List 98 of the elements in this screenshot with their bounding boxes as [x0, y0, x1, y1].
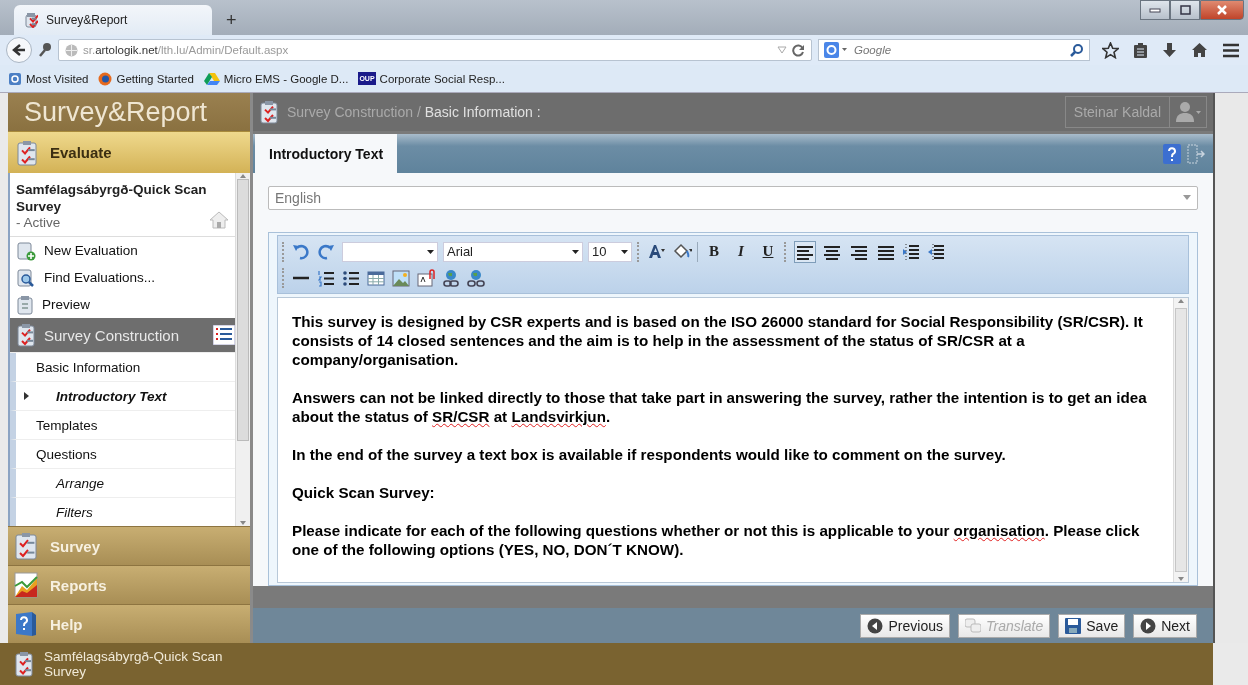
search-field[interactable]: Google: [852, 43, 1066, 57]
download-icon[interactable]: [1162, 41, 1177, 59]
format-button[interactable]: I: [730, 240, 752, 263]
dropdown-icon: [572, 249, 579, 254]
dropdown[interactable]: Arial: [443, 241, 583, 262]
scrollbar[interactable]: [1173, 297, 1188, 582]
numbered-list-icon[interactable]: [317, 268, 337, 287]
scroll-down-icon[interactable]: [1177, 576, 1185, 582]
redo-icon[interactable]: [317, 242, 337, 261]
action-button[interactable]: Previous: [860, 613, 950, 638]
back-arrow-icon: [12, 43, 26, 57]
globe-broken-link-icon[interactable]: [467, 268, 487, 287]
align-right-icon: [850, 243, 868, 260]
paragraph: This survey is designed by CSR experts and is based on the ISO 26000 standard for Social Responsibility (SR/CSR). It consists of 14 closed sentences and the aim is to help in the assessment of the status of SR/CSR at a company/organisation.: [292, 311, 1144, 369]
tab[interactable]: Introductory Text: [255, 134, 398, 173]
search-icon: [1070, 43, 1084, 57]
menu-icon[interactable]: [1222, 42, 1240, 58]
paragraph: Quick Scan Survey:: [292, 482, 436, 502]
globe-icon: [65, 43, 78, 57]
sidebar-item[interactable]: Find Evaluations...: [10, 264, 235, 291]
globe-icon: [98, 71, 113, 86]
star-icon[interactable]: [1102, 41, 1119, 59]
globe-link-icon[interactable]: [442, 268, 462, 287]
clipboard-icon: [14, 532, 38, 560]
clipboard-icon: [14, 651, 34, 677]
align-left-icon: [796, 243, 814, 260]
font-color-icon[interactable]: [647, 242, 667, 261]
dropdown-icon: [1183, 195, 1191, 201]
document-clip-icon[interactable]: [417, 268, 437, 287]
address-bar[interactable]: sr.artologik.net/lth.lu/Admin/Default.aspx: [58, 39, 812, 61]
paragraph: Please indicate for each of the following questions whether or not this is applicable to your organisation. Please click one of the following options (YES, NO, DON´T KNOW).: [292, 520, 1141, 559]
clipboard-plus-icon: [16, 240, 36, 261]
new-tab-button[interactable]: +: [222, 10, 241, 31]
browser-tab[interactable]: Survey&Report: [14, 5, 212, 35]
close-button[interactable]: [1200, 0, 1244, 20]
dropdown-icon: [427, 249, 434, 254]
clipboard-icon: [16, 139, 38, 166]
paragraph: In the end of the survey a text box is available if respondents would like to comment on the survey.: [292, 444, 1007, 464]
sidebar-item[interactable]: New Evaluation: [10, 237, 235, 264]
indent-icon[interactable]: [902, 242, 922, 261]
align-justify-icon: [877, 243, 895, 260]
align-left-button[interactable]: [794, 240, 816, 263]
action-button[interactable]: Save: [1058, 613, 1126, 638]
outdent-icon[interactable]: [927, 242, 947, 261]
paint-bucket-icon[interactable]: [672, 242, 692, 261]
key-icon: [38, 42, 52, 58]
reload-icon[interactable]: [792, 43, 805, 57]
user-name: Steinar Kaldal: [1065, 97, 1170, 127]
chart-icon: [14, 572, 38, 598]
paragraph: Answers can not be linked directly to those that take part in answering the survey, rather the intention is to get an idea about the status of SR/CSR at Landsvirkjun.: [292, 387, 1148, 426]
image-icon[interactable]: [392, 268, 412, 287]
back-button[interactable]: [6, 37, 32, 63]
caret-icon: [24, 392, 30, 400]
triangle-icon: [203, 71, 220, 86]
help-icon[interactable]: [1163, 143, 1181, 164]
dropdown-icon: [777, 46, 787, 54]
undo-icon[interactable]: [292, 242, 312, 261]
survey-title: Samfélagsábyrgð-Quick Scan Survey: [16, 181, 208, 215]
search-engine-icon: [824, 42, 848, 58]
sidebar-item[interactable]: Survey Construction: [10, 318, 235, 353]
bookmark-link[interactable]: Most Visited: [8, 71, 89, 86]
minimize-button[interactable]: [1140, 0, 1170, 20]
breadcrumb: Survey Construction / Basic Information :: [287, 104, 542, 120]
list-icon: [213, 325, 235, 345]
restore-button[interactable]: [1170, 0, 1200, 20]
dropdown-icon: [621, 249, 628, 254]
language-select[interactable]: English: [268, 186, 1198, 210]
action-button[interactable]: Next: [1133, 613, 1197, 638]
scroll-up-icon[interactable]: [1177, 297, 1185, 304]
clipboard-icon: [24, 12, 38, 28]
clipboard-icon: [259, 100, 279, 124]
speech-bubbles-icon: [964, 617, 981, 634]
bookmark-link[interactable]: Getting Started: [98, 71, 194, 86]
help-icon: [14, 611, 38, 637]
survey-status: - Active: [16, 215, 62, 230]
app-logo: Survey&Report: [8, 93, 250, 131]
sidebar-item[interactable]: Preview: [10, 291, 235, 318]
evaluate-header[interactable]: Evaluate: [8, 131, 250, 173]
clipboard-icon: [16, 294, 34, 315]
user-icon: [1174, 101, 1202, 123]
survey-title: Samfélagsábyrgð-Quick Scan Survey: [44, 649, 224, 679]
align-center-icon: [823, 243, 841, 260]
search-bar[interactable]: Google: [818, 39, 1090, 61]
clipboard-list-icon[interactable]: [1133, 41, 1148, 59]
clipboard-icon: [16, 323, 36, 347]
home-icon[interactable]: [1191, 42, 1208, 58]
close-icon: [1217, 5, 1227, 15]
dropdown[interactable]: 10: [588, 241, 632, 262]
table-icon[interactable]: [367, 268, 387, 287]
scrollbar[interactable]: [235, 173, 250, 526]
clipboard-magnifier-icon: [16, 267, 36, 288]
minimize-icon: [1149, 7, 1161, 13]
format-button[interactable]: B: [703, 240, 725, 263]
restore-icon: [1179, 5, 1191, 15]
format-button[interactable]: U: [757, 240, 779, 263]
bookmark-link[interactable]: Micro EMS - Google D...: [203, 71, 349, 86]
bullet-list-icon[interactable]: [342, 268, 362, 287]
bookmark-folder-icon: [8, 71, 22, 86]
